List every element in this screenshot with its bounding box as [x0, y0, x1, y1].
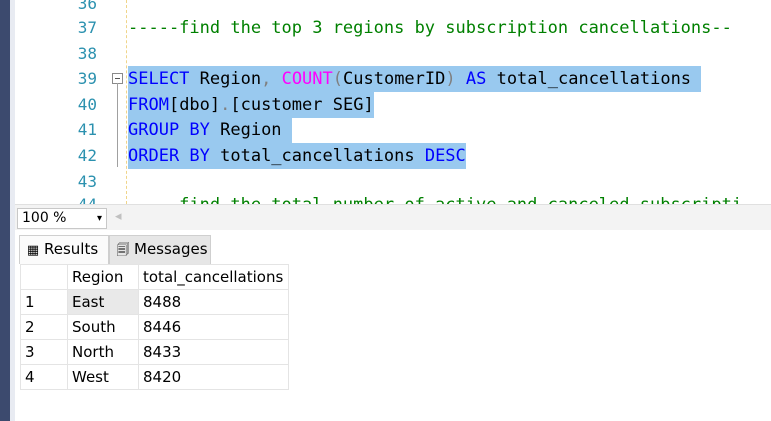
- punctuation: (: [332, 69, 344, 89]
- row-number[interactable]: 4: [20, 364, 68, 390]
- tab-messages[interactable]: 🗐 Messages: [109, 235, 211, 264]
- line-number: 42: [77, 146, 97, 165]
- code-line-37[interactable]: 37 -----find the top 3 regions by subscr…: [15, 15, 771, 41]
- row-number[interactable]: 2: [20, 314, 68, 340]
- zoom-dropdown[interactable]: 100 % ▾: [17, 208, 107, 229]
- line-number: 44: [15, 192, 97, 204]
- left-window-strip: [0, 0, 15, 421]
- results-grid[interactable]: Region total_cancellations 1 East 8488 2…: [15, 264, 771, 421]
- table-row[interactable]: 2 South 8446: [20, 314, 289, 340]
- line-number: 39: [77, 69, 97, 88]
- cell-total[interactable]: 8488: [138, 289, 289, 315]
- line-number: 41: [77, 120, 97, 139]
- code-line-39[interactable]: 39 SELECT Region, COUNT(CustomerID) AS t…: [15, 66, 771, 92]
- selected-code: GROUP BY Region: [128, 117, 292, 143]
- tab-label: Messages: [134, 240, 208, 258]
- row-number-header[interactable]: [20, 264, 68, 290]
- keyword: ORDER BY: [128, 146, 210, 166]
- keyword: DESC: [424, 146, 466, 166]
- messages-icon: 🗐: [116, 243, 130, 258]
- code-line-40[interactable]: 40 FROM[dbo].[customer SEG]: [15, 92, 771, 118]
- results-table: Region total_cancellations 1 East 8488 2…: [20, 264, 289, 390]
- cell-total[interactable]: 8420: [138, 364, 289, 390]
- cell-total[interactable]: 8446: [138, 314, 289, 340]
- cell-total[interactable]: 8433: [138, 339, 289, 365]
- selected-code: FROM[dbo].[customer SEG]: [128, 92, 374, 118]
- line-number: 38: [77, 44, 97, 63]
- punctuation: .: [220, 95, 231, 115]
- code-line-41[interactable]: 41 GROUP BY Region: [15, 117, 771, 143]
- identifier: Region: [189, 69, 262, 89]
- row-number[interactable]: 3: [20, 339, 68, 365]
- column-header-total-cancellations[interactable]: total_cancellations: [138, 264, 289, 290]
- code-line-42[interactable]: 42 ORDER BY total_cancellations DESC: [15, 143, 771, 169]
- identifier: [dbo]: [168, 95, 221, 115]
- cell-region[interactable]: North: [67, 339, 139, 365]
- table-row[interactable]: 4 West 8420: [20, 364, 289, 390]
- selected-code: SELECT Region, COUNT(CustomerID) AS tota…: [128, 66, 702, 92]
- code-line-44[interactable]: 44 -----find the total number of active …: [15, 192, 771, 204]
- code-line-38[interactable]: 38: [15, 41, 771, 67]
- sql-comment: -----find the top 3 regions by subscript…: [128, 18, 732, 38]
- keyword: FROM: [128, 95, 169, 115]
- cell-region[interactable]: South: [67, 314, 139, 340]
- line-number: 40: [77, 95, 97, 114]
- grid-icon: ▦: [26, 243, 40, 258]
- column-header-region[interactable]: Region: [67, 264, 139, 290]
- header-row: Region total_cancellations: [20, 264, 289, 290]
- chevron-down-icon: ▾: [96, 213, 102, 224]
- line-number: 37: [77, 18, 97, 37]
- identifier: total_cancellations: [486, 69, 702, 89]
- tab-results[interactable]: ▦ Results: [19, 235, 109, 264]
- cell-region[interactable]: West: [67, 364, 139, 390]
- keyword: AS: [455, 69, 487, 89]
- sql-comment: -----find the total number of active and…: [128, 192, 742, 204]
- tab-label: Results: [44, 240, 99, 258]
- punctuation: ,: [261, 69, 272, 89]
- keyword: SELECT: [128, 69, 190, 89]
- row-number[interactable]: 1: [20, 289, 68, 315]
- function-name: COUNT: [281, 69, 333, 89]
- scroll-left-icon[interactable]: ◂: [115, 209, 122, 224]
- zoom-value: 100 %: [22, 210, 67, 226]
- punctuation: ): [445, 69, 456, 89]
- cell-region[interactable]: East: [67, 289, 139, 315]
- results-tabbar: ▦ Results 🗐 Messages: [15, 230, 771, 265]
- selected-code: ORDER BY total_cancellations DESC: [128, 143, 466, 169]
- keyword: GROUP BY: [128, 120, 210, 140]
- identifier: total_cancellations: [209, 146, 425, 166]
- identifier: [customer SEG]: [230, 95, 374, 115]
- table-row[interactable]: 3 North 8433: [20, 339, 289, 365]
- identifier: CustomerID: [343, 69, 446, 89]
- zoom-bar: 100 % ▾ ◂: [15, 204, 771, 231]
- identifier: Region: [209, 120, 292, 140]
- table-row[interactable]: 1 East 8488: [20, 289, 289, 315]
- query-editor[interactable]: 36 37 -----find the top 3 regions by sub…: [15, 0, 771, 204]
